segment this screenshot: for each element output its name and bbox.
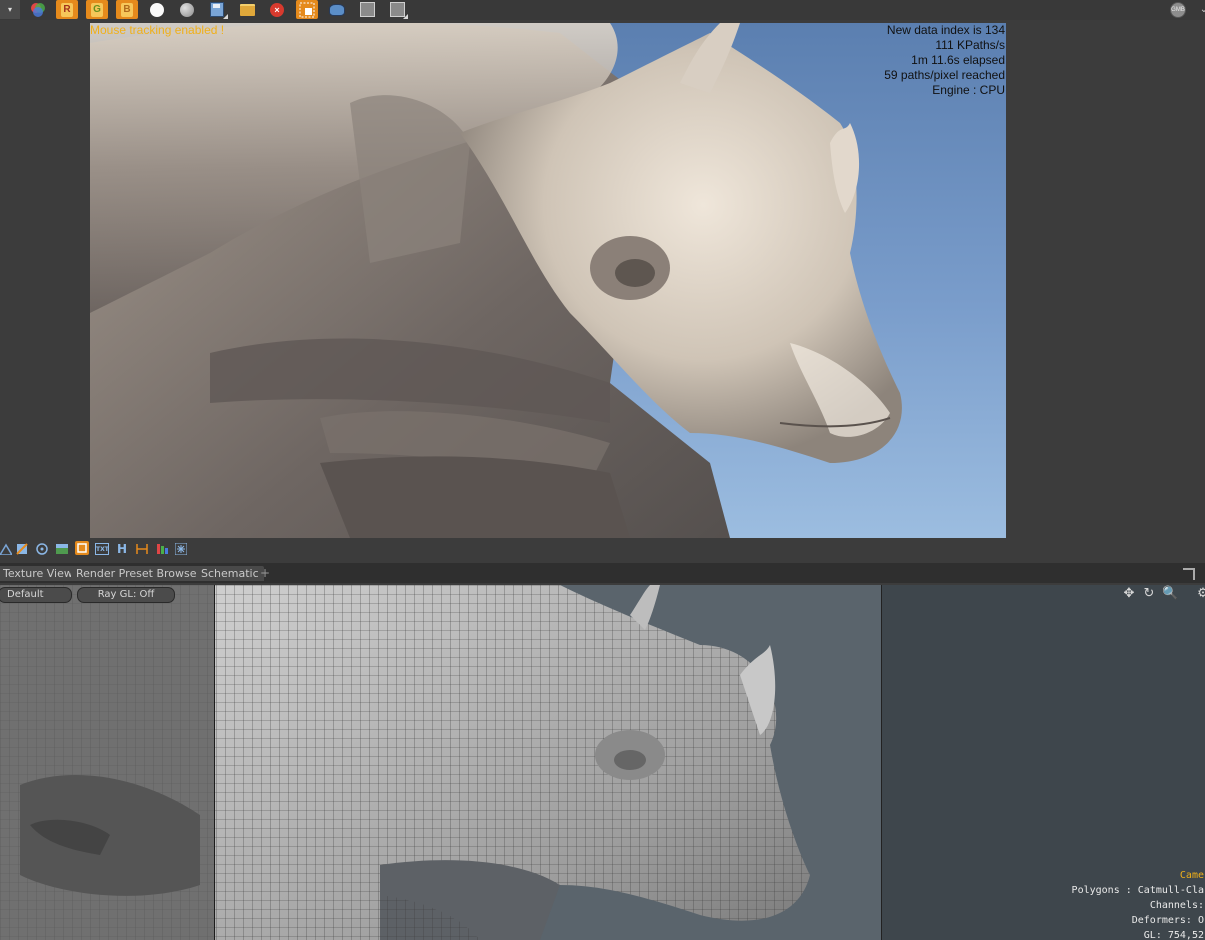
camera-label: Came [1179,870,1204,881]
blue-channel-button[interactable]: B [116,0,138,19]
region-render-button[interactable] [296,0,318,19]
submenu-arrow-icon [403,14,408,19]
deformers-info: Deformers: O [1131,915,1204,926]
layer-button[interactable] [356,0,378,19]
target-icon[interactable] [36,543,48,555]
teapot-button[interactable] [326,0,348,19]
gear-icon[interactable]: ⚙ [1196,587,1205,601]
white-sphere-icon [150,2,164,17]
snowflake-icon[interactable] [175,543,187,555]
tab-texture-view[interactable]: Texture View [0,566,78,581]
more-menu-button[interactable]: ⌄ [1193,0,1205,19]
tab-schematic[interactable]: Schematic [196,566,264,581]
h-icon[interactable]: H [117,543,129,555]
shaded-sphere-icon [180,2,194,17]
render-viewport[interactable]: Mouse tracking enabled ! New data index … [90,23,1006,538]
app-window: ▾ R G B × GMB ⌄ Mouse tracking enabled !… [0,0,1205,940]
frame-button[interactable] [75,541,89,555]
tab-bar: Texture View Render Preset Browser Schem… [0,563,1205,583]
viewport-split-divider[interactable] [214,585,215,940]
red-channel-button[interactable]: R [56,0,78,19]
chart-icon[interactable] [156,543,168,555]
shaded-sphere-button[interactable] [176,0,198,19]
rendered-dragon-image [90,23,902,538]
stop-render-button[interactable]: × [266,0,288,19]
add-tab-button[interactable]: + [260,566,270,580]
mesh-icon[interactable] [0,543,12,555]
color-picker-button[interactable] [27,0,49,19]
chevron-down-icon: ▾ [7,5,12,14]
green-channel-button[interactable]: G [86,0,108,19]
color-wheel-icon [31,2,45,17]
image-icon[interactable] [56,543,68,555]
grid-icon[interactable] [136,543,148,555]
gl-viewport[interactable] [0,585,881,940]
viewport-preset-dropdown[interactable]: Default [0,587,72,603]
paths-rate-stat: 111 KPaths/s [935,38,1005,52]
green-channel-icon: G [91,2,103,17]
stop-icon: × [270,2,284,17]
maximize-icon[interactable] [1183,568,1195,580]
viewport-toolbar: TXT H [0,540,1205,558]
memory-gauge[interactable]: GMB [1167,0,1189,19]
chevron-down-icon: ⌄ [1199,4,1205,15]
rotate-view-icon[interactable]: ↻ [1142,587,1156,601]
frame-icon [77,543,87,553]
viewport-info: Came Polygons : Catmull-Cla Channels: De… [1072,868,1204,940]
folder-icon [239,3,255,16]
text-icon[interactable]: TXT [95,543,109,555]
top-toolbar: ▾ R G B × GMB ⌄ [0,0,1205,20]
layer-menu-button[interactable] [386,0,408,19]
wireframe-dragon-image [0,585,810,940]
open-button[interactable] [236,0,258,19]
engine-stat: Engine : CPU [932,83,1005,97]
gl-info: GL: 754,52 [1143,930,1204,940]
uv-icon[interactable] [16,543,28,555]
channels-info: Channels: [1149,900,1204,911]
move-view-icon[interactable]: ✥ [1122,587,1136,601]
tab-render-preset-browser[interactable]: Render Preset Browser [71,566,207,581]
elapsed-time-stat: 1m 11.6s elapsed [911,53,1005,67]
white-sphere-button[interactable] [146,0,168,19]
data-index-stat: New data index is 134 [886,23,1005,37]
red-channel-icon: R [61,2,73,17]
teapot-icon [329,3,345,16]
render-stats: New data index is 134 111 KPaths/s 1m 11… [884,23,1005,98]
floppy-icon [210,2,224,17]
dropdown-button[interactable]: ▾ [0,0,20,19]
submenu-arrow-icon [223,14,228,19]
blue-channel-icon: B [121,2,133,17]
zoom-view-icon[interactable]: 🔍 [1162,587,1178,601]
ray-gl-toggle[interactable]: Ray GL: Off [77,587,175,603]
render-status-text: Mouse tracking enabled ! [90,23,225,37]
polygons-info: Polygons : Catmull-Cla [1071,885,1204,896]
region-icon [299,2,315,17]
layer-icon [359,2,375,17]
memory-gauge-icon: GMB [1170,1,1186,18]
save-button[interactable] [206,0,228,19]
paths-per-pixel-stat: 59 paths/pixel reached [884,68,1005,82]
